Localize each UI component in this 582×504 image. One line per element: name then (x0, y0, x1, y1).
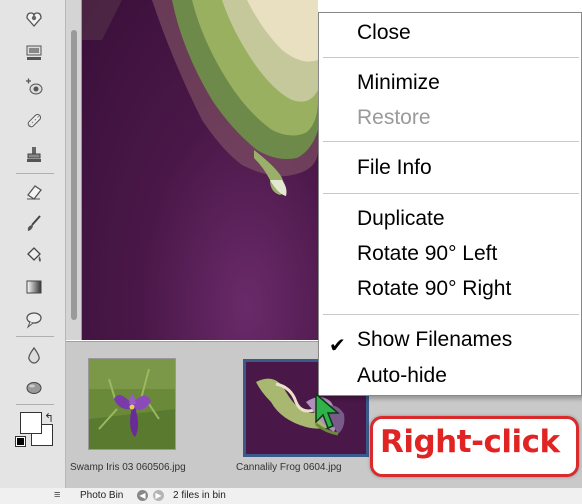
status-bar: ≡ Photo Bin ◀ ▶ 2 files in bin (0, 488, 582, 504)
menu-item-file-info[interactable]: File Info (357, 156, 432, 180)
photo-canvas[interactable] (82, 0, 318, 340)
menu-item-close[interactable]: Close (357, 21, 411, 45)
menu-separator (323, 141, 579, 142)
menu-item-duplicate[interactable]: Duplicate (357, 207, 445, 231)
blur-icon[interactable] (22, 344, 46, 366)
cookie-cutter-icon[interactable] (22, 42, 46, 64)
tool-separator (16, 336, 54, 337)
swap-colors-icon[interactable]: ↰ (44, 411, 54, 425)
thumbnail-caption: Swamp Iris 03 060506.jpg (70, 462, 186, 473)
shape-icon[interactable] (22, 308, 46, 330)
status-title: Photo Bin (80, 490, 124, 501)
eraser-icon[interactable] (22, 180, 46, 202)
red-eye-icon[interactable] (22, 8, 46, 30)
menu-item-rotate-left[interactable]: Rotate 90° Left (357, 242, 497, 266)
menu-separator (323, 57, 579, 58)
menu-item-restore: Restore (357, 106, 431, 129)
thumbnail-caption: Cannalily Frog 0604.jpg (236, 462, 342, 473)
foreground-color-swatch[interactable] (20, 412, 42, 434)
healing-brush-icon[interactable] (22, 110, 46, 132)
calla-lily-photo (82, 0, 318, 196)
menu-item-rotate-right[interactable]: Rotate 90° Right (357, 277, 511, 301)
tool-separator (16, 404, 54, 405)
next-photo-icon[interactable]: ▶ (153, 490, 164, 501)
checkmark-icon: ✔ (329, 335, 346, 357)
sponge-icon[interactable] (22, 376, 46, 398)
file-count: 2 files in bin (173, 490, 226, 501)
swamp-iris-image (89, 359, 175, 449)
tool-palette: ↰ (0, 0, 66, 488)
menu-item-auto-hide[interactable]: Auto-hide (357, 364, 447, 388)
menu-item-show-filenames[interactable]: Show Filenames (357, 328, 512, 352)
previous-photo-icon[interactable]: ◀ (137, 490, 148, 501)
gradient-icon[interactable] (22, 276, 46, 298)
menu-item-minimize[interactable]: Minimize (357, 71, 440, 95)
paint-bucket-icon[interactable] (22, 244, 46, 266)
menu-separator (323, 193, 579, 194)
spot-healing-icon[interactable] (22, 76, 46, 98)
scrollbar-thumb[interactable] (71, 30, 77, 320)
tool-separator (16, 173, 54, 174)
default-colors-icon[interactable] (15, 436, 26, 447)
brush-icon[interactable] (22, 212, 46, 234)
mouse-cursor-icon (315, 392, 341, 429)
menu-separator (323, 314, 579, 315)
context-menu: Close Minimize Restore File Info Duplica… (318, 12, 582, 396)
photo-thumbnail[interactable] (88, 358, 176, 450)
clone-stamp-icon[interactable] (22, 144, 46, 166)
callout-label: Right-click (380, 424, 560, 460)
bin-menu-icon[interactable]: ≡ (54, 489, 60, 501)
